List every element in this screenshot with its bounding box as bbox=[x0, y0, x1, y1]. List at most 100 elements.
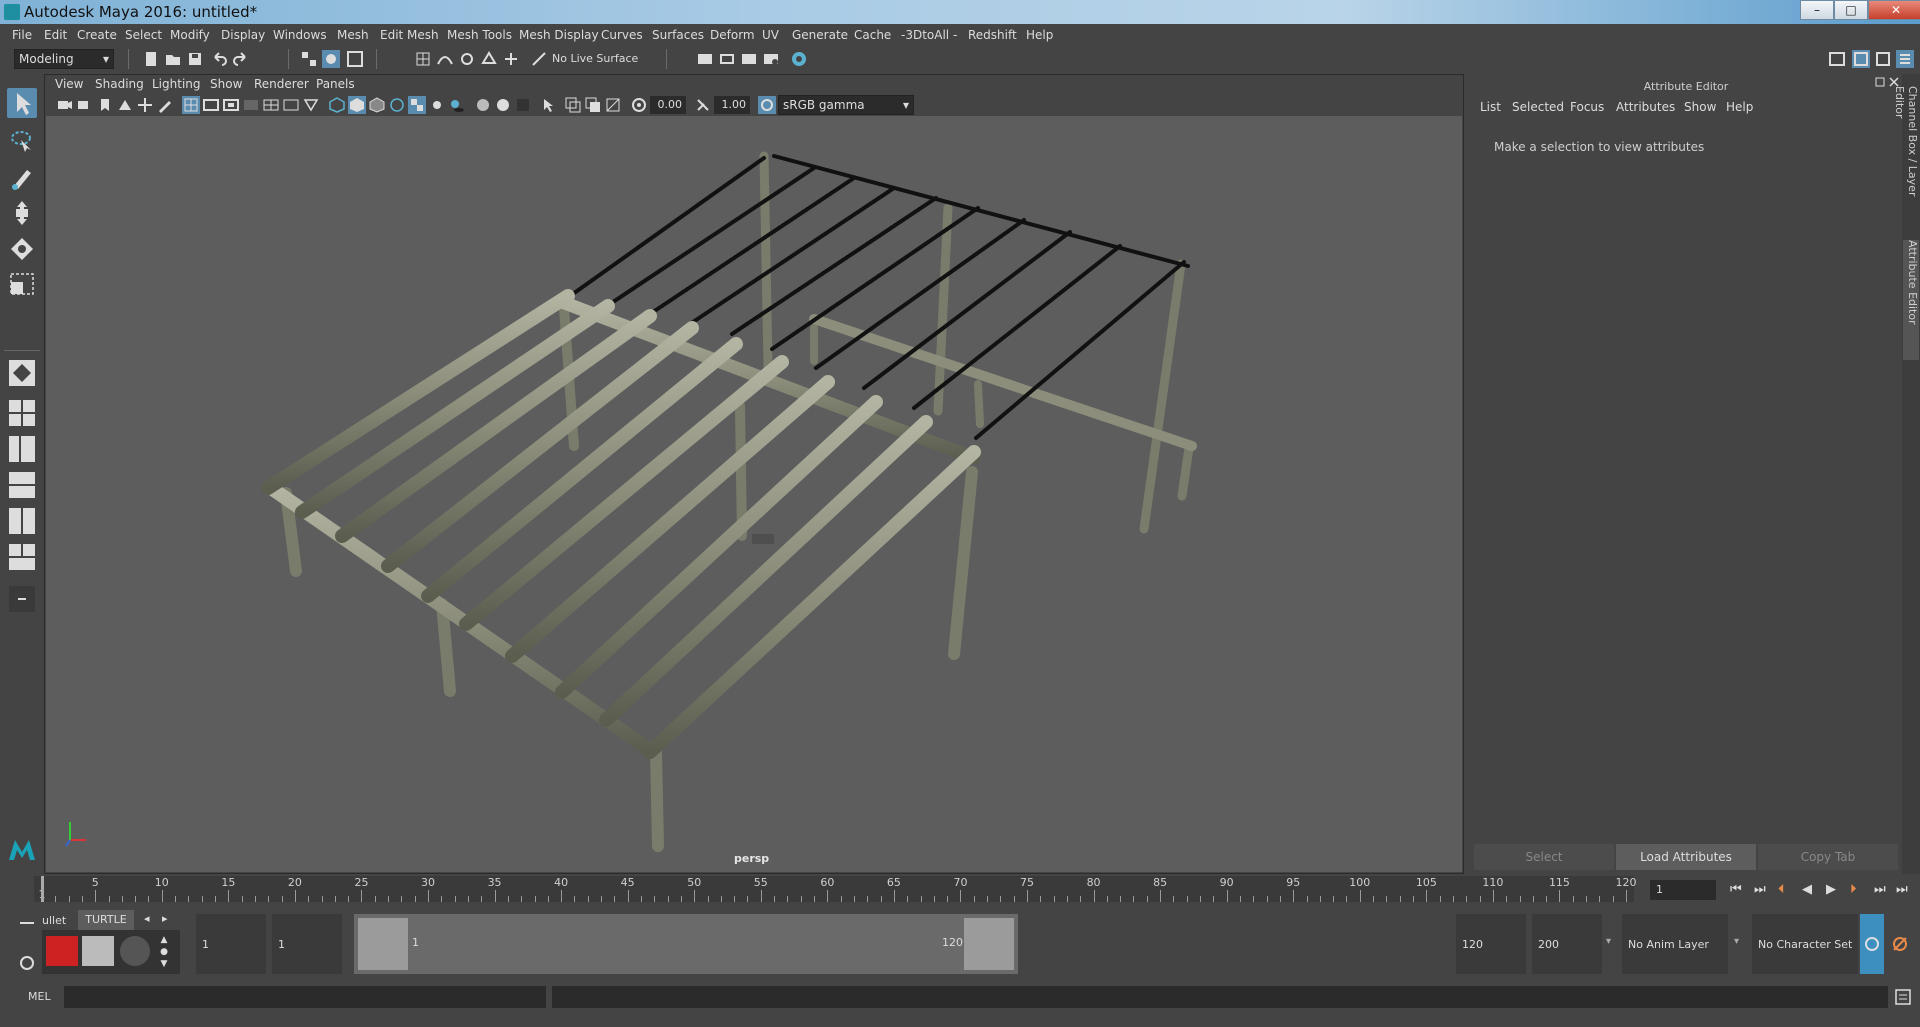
play-backward-icon[interactable]: ◀ bbox=[1802, 882, 1812, 897]
gamma-icon[interactable] bbox=[694, 96, 712, 114]
range-start-handle[interactable] bbox=[358, 918, 408, 970]
exposure-field[interactable]: 0.00 bbox=[650, 96, 686, 114]
maximize-button[interactable]: □ bbox=[1834, 0, 1868, 20]
mel-label[interactable]: MEL bbox=[28, 990, 51, 1003]
grid-toggle-icon[interactable] bbox=[182, 96, 200, 114]
default-material-icon[interactable] bbox=[388, 96, 406, 114]
shelf-settings-icon[interactable] bbox=[20, 956, 34, 970]
menu-create[interactable]: Create bbox=[77, 28, 117, 42]
xray-components-icon[interactable] bbox=[604, 96, 622, 114]
anim-layer-field[interactable]: No Anim Layer bbox=[1622, 914, 1728, 974]
shelf-prev-icon[interactable]: ◂ bbox=[144, 912, 150, 925]
persp-graph-hypershade-layout[interactable] bbox=[7, 506, 37, 536]
anti-aliasing-icon[interactable] bbox=[514, 96, 532, 114]
motion-blur-icon[interactable] bbox=[494, 96, 512, 114]
menu-display[interactable]: Display bbox=[221, 28, 265, 42]
render-settings-icon[interactable] bbox=[762, 50, 780, 68]
attribute-editor-tab[interactable]: Attribute Editor bbox=[1903, 240, 1919, 360]
use-all-lights-icon[interactable] bbox=[428, 96, 446, 114]
ae-menu-list[interactable]: List bbox=[1480, 100, 1501, 114]
copy-tab-button[interactable]: Copy Tab bbox=[1758, 844, 1898, 870]
resolution-gate-icon[interactable] bbox=[222, 96, 240, 114]
shelf-menu-icon[interactable] bbox=[20, 922, 34, 924]
animation-end-field[interactable]: 200 bbox=[1532, 914, 1602, 974]
step-forward-frame-icon[interactable]: ⏵ bbox=[1850, 882, 1857, 897]
float-panel-icon[interactable] bbox=[1874, 76, 1886, 88]
menu-file[interactable]: File bbox=[12, 28, 32, 42]
camera-attributes-icon[interactable] bbox=[76, 96, 94, 114]
shadows-icon[interactable] bbox=[448, 96, 466, 114]
ae-menu-show[interactable]: Show bbox=[1684, 100, 1716, 114]
menu-generate[interactable]: Generate bbox=[792, 28, 848, 42]
turtle-bake-icon[interactable] bbox=[82, 936, 114, 966]
select-hierarchy-icon[interactable] bbox=[300, 50, 318, 68]
play-forward-icon[interactable]: ▶ bbox=[1826, 882, 1836, 897]
step-forward-key-icon[interactable]: ⏭ bbox=[1874, 882, 1886, 897]
minimize-button[interactable]: – bbox=[1800, 0, 1834, 20]
undo-icon[interactable] bbox=[210, 50, 228, 68]
shelf-tab-turtle[interactable]: TURTLE bbox=[78, 910, 134, 930]
film-gate-icon[interactable] bbox=[202, 96, 220, 114]
snap-point-icon[interactable] bbox=[458, 50, 476, 68]
menu-cache[interactable]: Cache bbox=[854, 28, 891, 42]
gamma-field[interactable]: 1.00 bbox=[714, 96, 750, 114]
lasso-tool[interactable] bbox=[7, 126, 37, 156]
snap-view-plane-icon[interactable] bbox=[480, 50, 498, 68]
time-slider[interactable]: 1510152025303540455055606570758085909510… bbox=[0, 874, 1920, 904]
animation-start-field[interactable]: 1 bbox=[196, 914, 266, 974]
menu-edit-mesh[interactable]: Edit Mesh bbox=[380, 28, 439, 42]
view-transform-icon[interactable] bbox=[758, 96, 776, 114]
menu-windows[interactable]: Windows bbox=[273, 28, 327, 42]
four-view-layout[interactable] bbox=[7, 398, 37, 428]
range-end-handle[interactable] bbox=[964, 918, 1014, 970]
chevron-down-icon[interactable]: ▾ bbox=[1606, 936, 1611, 947]
character-set-field[interactable]: No Character Set bbox=[1752, 914, 1858, 974]
make-live-icon[interactable] bbox=[502, 50, 520, 68]
load-attributes-button[interactable]: Load Attributes bbox=[1616, 844, 1756, 870]
expand-toolbox-button[interactable] bbox=[7, 584, 37, 614]
menu-uv[interactable]: UV bbox=[762, 28, 779, 42]
paint-select-tool[interactable] bbox=[7, 162, 37, 192]
panel-menu-renderer[interactable]: Renderer bbox=[254, 77, 309, 91]
panel-menu-view[interactable]: View bbox=[55, 77, 83, 91]
screen-space-ao-icon[interactable] bbox=[474, 96, 492, 114]
save-scene-icon[interactable] bbox=[186, 50, 204, 68]
menu-curves[interactable]: Curves bbox=[601, 28, 643, 42]
new-scene-icon[interactable] bbox=[142, 50, 160, 68]
current-time-indicator[interactable] bbox=[41, 876, 44, 902]
select-component-icon[interactable] bbox=[346, 50, 364, 68]
two-d-pan-icon[interactable] bbox=[136, 96, 154, 114]
panel-menu-panels[interactable]: Panels bbox=[316, 77, 355, 91]
menu-deform[interactable]: Deform bbox=[710, 28, 755, 42]
select-object-icon[interactable] bbox=[322, 50, 340, 68]
select-tool[interactable] bbox=[7, 88, 37, 118]
step-back-frame-icon[interactable]: ⏴ bbox=[1778, 882, 1785, 897]
channel-box-tab[interactable]: Channel Box / Layer Editor bbox=[1893, 86, 1919, 226]
grease-pencil-icon[interactable] bbox=[156, 96, 174, 114]
mel-input[interactable] bbox=[64, 986, 546, 1008]
ae-menu-attributes[interactable]: Attributes bbox=[1616, 100, 1675, 114]
safe-action-icon[interactable] bbox=[282, 96, 300, 114]
menu-mesh-tools[interactable]: Mesh Tools bbox=[447, 28, 512, 42]
bookmark-icon[interactable] bbox=[96, 96, 114, 114]
scale-tool[interactable] bbox=[7, 270, 37, 300]
menu-modify[interactable]: Modify bbox=[170, 28, 210, 42]
smooth-shade-icon[interactable] bbox=[348, 96, 366, 114]
script-editor-icon[interactable] bbox=[1894, 988, 1912, 1006]
live-surface-field[interactable]: No Live Surface bbox=[552, 50, 652, 68]
perspective-viewport[interactable]: persp bbox=[46, 116, 1462, 872]
image-plane-icon[interactable] bbox=[116, 96, 134, 114]
panel-menu-lighting[interactable]: Lighting bbox=[152, 77, 201, 91]
exposure-icon[interactable] bbox=[630, 96, 648, 114]
ipr-render-icon[interactable] bbox=[740, 50, 758, 68]
snap-curve-icon[interactable] bbox=[436, 50, 454, 68]
open-scene-icon[interactable] bbox=[164, 50, 182, 68]
ae-select-button[interactable]: Select bbox=[1474, 844, 1614, 870]
redo-icon[interactable] bbox=[232, 50, 250, 68]
camera-select-icon[interactable] bbox=[56, 96, 74, 114]
toggle-tool-settings-icon[interactable] bbox=[1874, 50, 1892, 68]
field-chart-icon[interactable] bbox=[262, 96, 280, 114]
rotate-tool[interactable] bbox=[7, 234, 37, 264]
hypershade-icon[interactable] bbox=[790, 50, 808, 68]
shelf-tab-bullet[interactable]: ullet bbox=[42, 914, 66, 927]
